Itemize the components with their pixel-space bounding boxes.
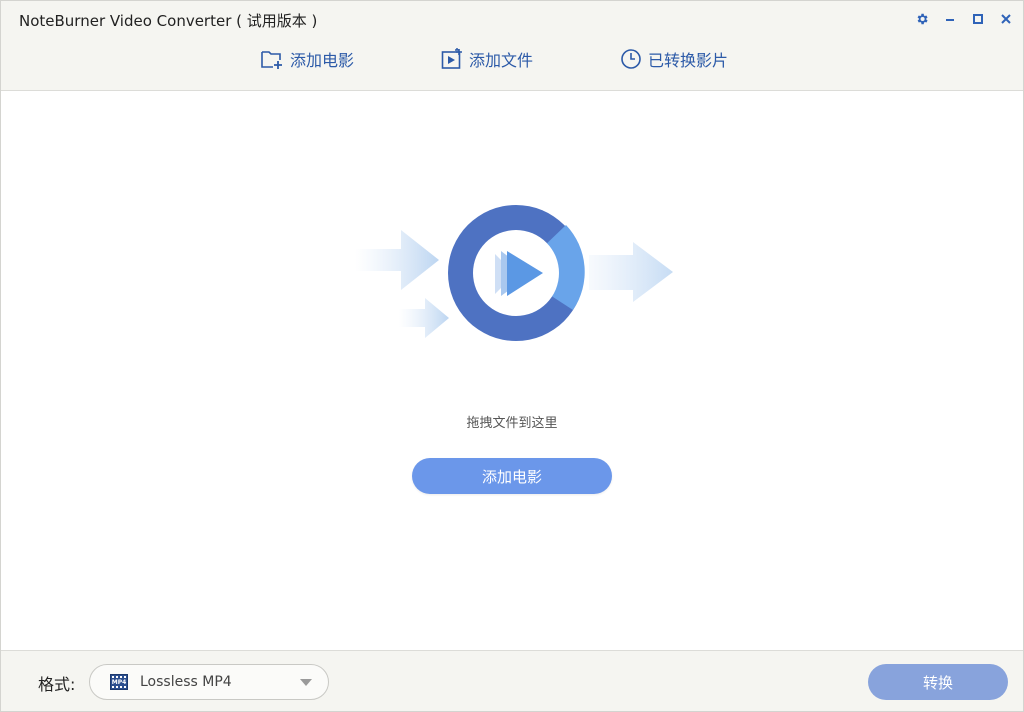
add-file-toolbar-button[interactable]: 添加文件 bbox=[441, 45, 533, 73]
minimize-icon[interactable] bbox=[941, 10, 959, 28]
add-movie-label: 添加电影 bbox=[290, 51, 355, 70]
close-icon[interactable] bbox=[997, 10, 1015, 28]
chevron-down-icon bbox=[300, 679, 312, 686]
add-movie-button[interactable]: 添加电影 bbox=[412, 458, 612, 494]
drop-zone[interactable]: 拖拽文件到这里 添加电影 bbox=[1, 92, 1023, 650]
play-disc-icon bbox=[355, 204, 675, 346]
format-dropdown[interactable]: MP4 Lossless MP4 bbox=[89, 664, 329, 700]
title-bar: NoteBurner Video Converter ( 试用版本 ) 添加电影… bbox=[1, 1, 1023, 91]
gear-icon[interactable] bbox=[913, 10, 931, 28]
add-movie-toolbar-button[interactable]: 添加电影 bbox=[260, 45, 354, 73]
convert-button[interactable]: 转换 bbox=[868, 664, 1008, 700]
folder-plus-icon bbox=[260, 48, 284, 70]
format-value: Lossless MP4 bbox=[140, 674, 232, 690]
maximize-icon[interactable] bbox=[969, 10, 987, 28]
app-window: NoteBurner Video Converter ( 试用版本 ) 添加电影… bbox=[0, 0, 1024, 712]
add-file-label: 添加文件 bbox=[469, 51, 534, 70]
footer-bar: 格式: MP4 Lossless MP4 转换 bbox=[1, 650, 1023, 711]
format-label: 格式: bbox=[38, 675, 76, 694]
converted-toolbar-button[interactable]: 已转换影片 bbox=[620, 45, 728, 73]
window-controls bbox=[913, 9, 1015, 29]
app-title: NoteBurner Video Converter ( 试用版本 ) bbox=[19, 12, 318, 30]
toolbar: 添加电影 添加文件 已转换影片 bbox=[1, 45, 1023, 75]
video-file-plus-icon bbox=[441, 48, 463, 70]
mp4-film-icon: MP4 bbox=[110, 674, 128, 690]
converted-label: 已转换影片 bbox=[648, 51, 729, 70]
drop-hint-text: 拖拽文件到这里 bbox=[466, 416, 558, 431]
clock-icon bbox=[620, 48, 642, 70]
